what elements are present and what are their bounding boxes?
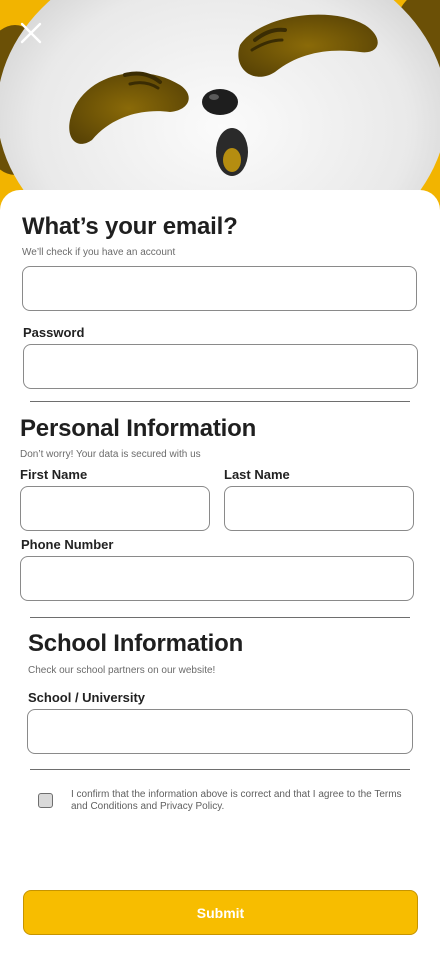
hero-image	[0, 0, 440, 220]
first-name-label: First Name	[20, 467, 88, 482]
section-divider	[30, 617, 410, 618]
phone-number-field[interactable]	[20, 556, 414, 601]
email-subtitle: We’ll check if you have an account	[22, 247, 176, 258]
phone-number-label: Phone Number	[21, 537, 114, 552]
school-info-subtitle: Check our school partners on our website…	[28, 665, 216, 676]
last-name-field[interactable]	[224, 486, 414, 531]
panda-mascot-illustration	[0, 0, 440, 220]
password-field[interactable]	[23, 344, 418, 389]
personal-info-subtitle: Don’t worry! Your data is secured with u…	[20, 449, 201, 460]
school-info-heading: School Information	[28, 630, 244, 657]
close-icon	[20, 22, 42, 44]
last-name-label: Last Name	[224, 467, 290, 482]
personal-info-heading: Personal Information	[20, 415, 257, 442]
school-label: School / University	[28, 690, 146, 705]
email-heading: What’s your email?	[22, 213, 238, 240]
email-field[interactable]	[22, 266, 417, 311]
consent-checkbox[interactable]	[38, 793, 53, 808]
password-label: Password	[23, 325, 85, 340]
school-field[interactable]	[27, 709, 413, 754]
submit-button[interactable]: Submit	[23, 890, 418, 935]
section-divider	[30, 769, 410, 770]
first-name-field[interactable]	[20, 486, 210, 531]
close-button[interactable]	[20, 22, 54, 56]
consent-text: I confirm that the information above is …	[71, 789, 402, 812]
section-divider	[30, 401, 410, 402]
